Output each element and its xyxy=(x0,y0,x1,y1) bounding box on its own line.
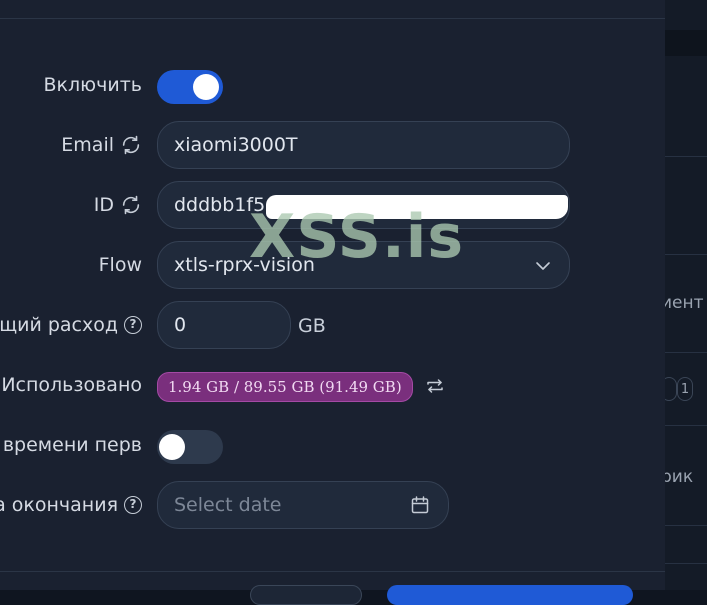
bg-divider xyxy=(665,352,707,353)
calendar-icon xyxy=(411,496,429,514)
chevron-down-icon xyxy=(536,262,550,270)
bg-band xyxy=(665,30,707,56)
toggle-knob xyxy=(159,434,185,460)
expiry-label: а окончания ? xyxy=(0,494,142,516)
total-usage-label: щий расход ? xyxy=(0,314,142,336)
bg-divider xyxy=(665,156,707,157)
save-button[interactable] xyxy=(387,585,633,605)
client-edit-modal: Включить Email xiaomi3000T ID dddbb1f5 F… xyxy=(0,0,665,605)
watermark: XSS.is xyxy=(249,202,465,272)
usage-badge: 1.94 GB / 89.55 GB (91.49 GB) xyxy=(157,372,413,402)
cancel-button[interactable] xyxy=(250,585,362,605)
total-usage-label-text: щий расход xyxy=(0,314,118,336)
bg-row-text: рик xyxy=(661,467,694,487)
background-app: иент 1 рик xyxy=(661,0,707,590)
question-circle-icon[interactable]: ? xyxy=(124,496,142,514)
sync-icon[interactable] xyxy=(120,194,142,216)
expiry-placeholder: Select date xyxy=(174,494,282,516)
enable-label: Включить xyxy=(44,74,143,96)
bg-pill: 1 xyxy=(677,377,693,401)
total-usage-input[interactable]: 0 xyxy=(157,301,291,349)
id-label-text: ID xyxy=(93,194,114,216)
bg-divider xyxy=(665,525,707,526)
expiry-date-picker[interactable]: Select date xyxy=(157,481,449,529)
bg-divider xyxy=(665,254,707,255)
first-use-label: со времени перв xyxy=(0,434,142,456)
toggle-knob xyxy=(193,74,219,100)
email-label: Email xyxy=(61,134,142,156)
email-field[interactable]: xiaomi3000T xyxy=(157,121,570,169)
flow-label-text: Flow xyxy=(98,254,142,276)
used-label-text: Использовано xyxy=(1,374,142,396)
bg-divider xyxy=(665,563,707,564)
email-label-text: Email xyxy=(61,134,114,156)
repeat-icon[interactable] xyxy=(426,377,444,395)
enable-label-text: Включить xyxy=(43,74,143,96)
bg-column-header: иент xyxy=(661,293,704,313)
flow-label: Flow xyxy=(99,254,142,276)
enable-toggle[interactable] xyxy=(157,70,223,104)
first-use-label-text: со времени перв xyxy=(0,434,142,456)
bg-divider xyxy=(665,425,707,426)
modal-footer-divider xyxy=(0,571,665,572)
first-use-toggle[interactable] xyxy=(157,430,223,464)
sync-icon[interactable] xyxy=(120,134,142,156)
total-usage-unit: GB xyxy=(298,315,326,337)
id-label: ID xyxy=(94,194,142,216)
modal-header-divider xyxy=(0,18,665,19)
expiry-label-text: а окончания xyxy=(0,494,118,516)
used-label: Использовано xyxy=(1,374,142,396)
question-circle-icon[interactable]: ? xyxy=(124,316,142,334)
